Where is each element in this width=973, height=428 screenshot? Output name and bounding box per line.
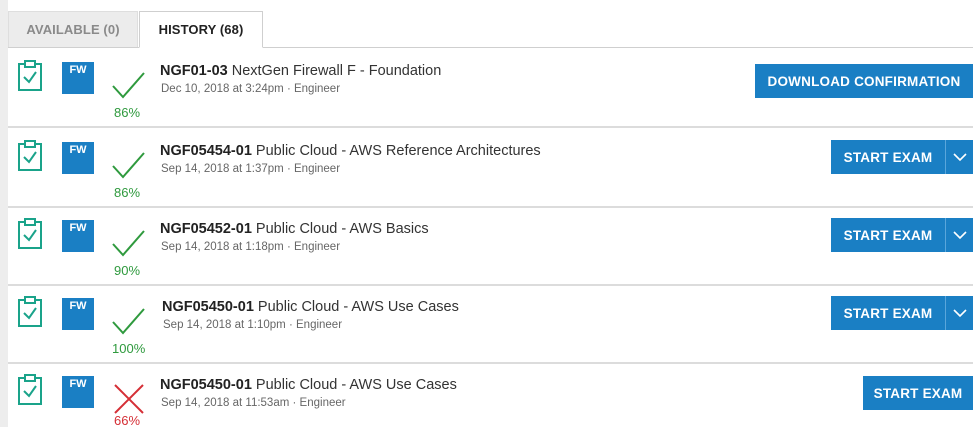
course-code: NGF05454-01 (160, 143, 252, 159)
role: Engineer (294, 241, 341, 253)
start-exam-button[interactable]: START EXAM (831, 218, 946, 252)
clipboard-check-icon (18, 60, 42, 91)
check-icon (112, 230, 145, 257)
history-row: FW 86% NGF01-03 NextGen Firewall F - Fou… (8, 50, 973, 128)
course-code: NGF01-03 (160, 63, 228, 79)
fw-badge: FW (62, 220, 94, 252)
score: 86% (114, 185, 141, 200)
clipboard-check-icon (18, 374, 42, 405)
course-name: Public Cloud - AWS Reference Architectur… (255, 143, 541, 159)
tab-available[interactable]: AVAILABLE (0) (8, 11, 138, 47)
completion-date: Sep 14, 2018 at 1:10pm (163, 319, 286, 331)
score: 100% (112, 341, 146, 356)
completion-date: Sep 14, 2018 at 11:53am (161, 397, 290, 409)
meta-separator: · (286, 83, 294, 95)
chevron-down-icon (953, 308, 967, 317)
role: Engineer (299, 397, 346, 409)
course-title: NGF05452-01 Public Cloud - AWS Basics (160, 221, 429, 237)
course-name: Public Cloud - AWS Basics (255, 221, 429, 237)
tab-bar: AVAILABLE (0) HISTORY (68) (8, 0, 973, 48)
course-code: NGF05450-01 (162, 299, 254, 315)
chevron-down-icon (953, 230, 967, 239)
course-title: NGF05450-01 Public Cloud - AWS Use Cases (162, 299, 459, 315)
fw-badge: FW (62, 62, 94, 94)
start-exam-button[interactable]: START EXAM (831, 296, 946, 330)
course-name: Public Cloud - AWS Use Cases (255, 377, 457, 393)
history-row: FW 86% NGF05454-01 Public Cloud - AWS Re… (8, 130, 973, 208)
history-row: FW 100% NGF05450-01 Public Cloud - AWS U… (8, 286, 973, 364)
start-exam-dropdown-toggle[interactable] (946, 218, 973, 252)
role: Engineer (294, 163, 341, 175)
start-exam-dropdown-toggle[interactable] (946, 140, 973, 174)
start-exam-button[interactable]: START EXAM (831, 140, 946, 174)
history-row: FW 66% NGF05450-01 Public Cloud - AWS Us… (8, 364, 973, 428)
meta-separator: · (286, 241, 294, 253)
check-icon (112, 308, 145, 335)
completion-date: Sep 14, 2018 at 1:37pm (161, 163, 284, 175)
clipboard-check-icon (18, 296, 42, 327)
course-title: NGF05454-01 Public Cloud - AWS Reference… (160, 143, 541, 159)
meta-separator: · (288, 319, 296, 331)
chevron-down-icon (953, 152, 967, 161)
clipboard-check-icon (18, 218, 42, 249)
course-title: NGF05450-01 Public Cloud - AWS Use Cases (160, 377, 457, 393)
course-meta: Dec 10, 2018 at 3:24pm · Engineer (161, 83, 340, 95)
course-code: NGF05452-01 (160, 221, 252, 237)
course-meta: Sep 14, 2018 at 1:10pm · Engineer (163, 319, 342, 331)
completion-date: Dec 10, 2018 at 3:24pm (161, 83, 284, 95)
course-meta: Sep 14, 2018 at 11:53am · Engineer (161, 397, 346, 409)
fw-badge: FW (62, 376, 94, 408)
meta-separator: · (292, 397, 300, 409)
course-code: NGF05450-01 (160, 377, 252, 393)
start-exam-dropdown-toggle[interactable] (946, 296, 973, 330)
fw-badge: FW (62, 298, 94, 330)
check-icon (112, 152, 145, 179)
role: Engineer (296, 319, 343, 331)
course-name: Public Cloud - AWS Use Cases (257, 299, 459, 315)
tab-history[interactable]: HISTORY (68) (139, 11, 263, 48)
fw-badge: FW (62, 142, 94, 174)
completion-date: Sep 14, 2018 at 1:18pm (161, 241, 284, 253)
course-title: NGF01-03 NextGen Firewall F - Foundation (160, 63, 441, 79)
clipboard-check-icon (18, 140, 42, 171)
download-confirmation-button[interactable]: DOWNLOAD CONFIRMATION (755, 64, 973, 98)
check-icon (112, 72, 145, 99)
course-meta: Sep 14, 2018 at 1:18pm · Engineer (161, 241, 340, 253)
meta-separator: · (286, 163, 294, 175)
score: 90% (114, 263, 141, 278)
role: Engineer (293, 83, 341, 95)
score: 66% (114, 413, 141, 428)
course-meta: Sep 14, 2018 at 1:37pm · Engineer (161, 163, 340, 175)
score: 86% (114, 105, 141, 120)
history-row: FW 90% NGF05452-01 Public Cloud - AWS Ba… (8, 208, 973, 286)
start-exam-button[interactable]: START EXAM (863, 376, 973, 410)
left-edge-strip (0, 0, 8, 427)
cross-icon (114, 384, 144, 414)
course-name: NextGen Firewall F - Foundation (231, 63, 442, 79)
